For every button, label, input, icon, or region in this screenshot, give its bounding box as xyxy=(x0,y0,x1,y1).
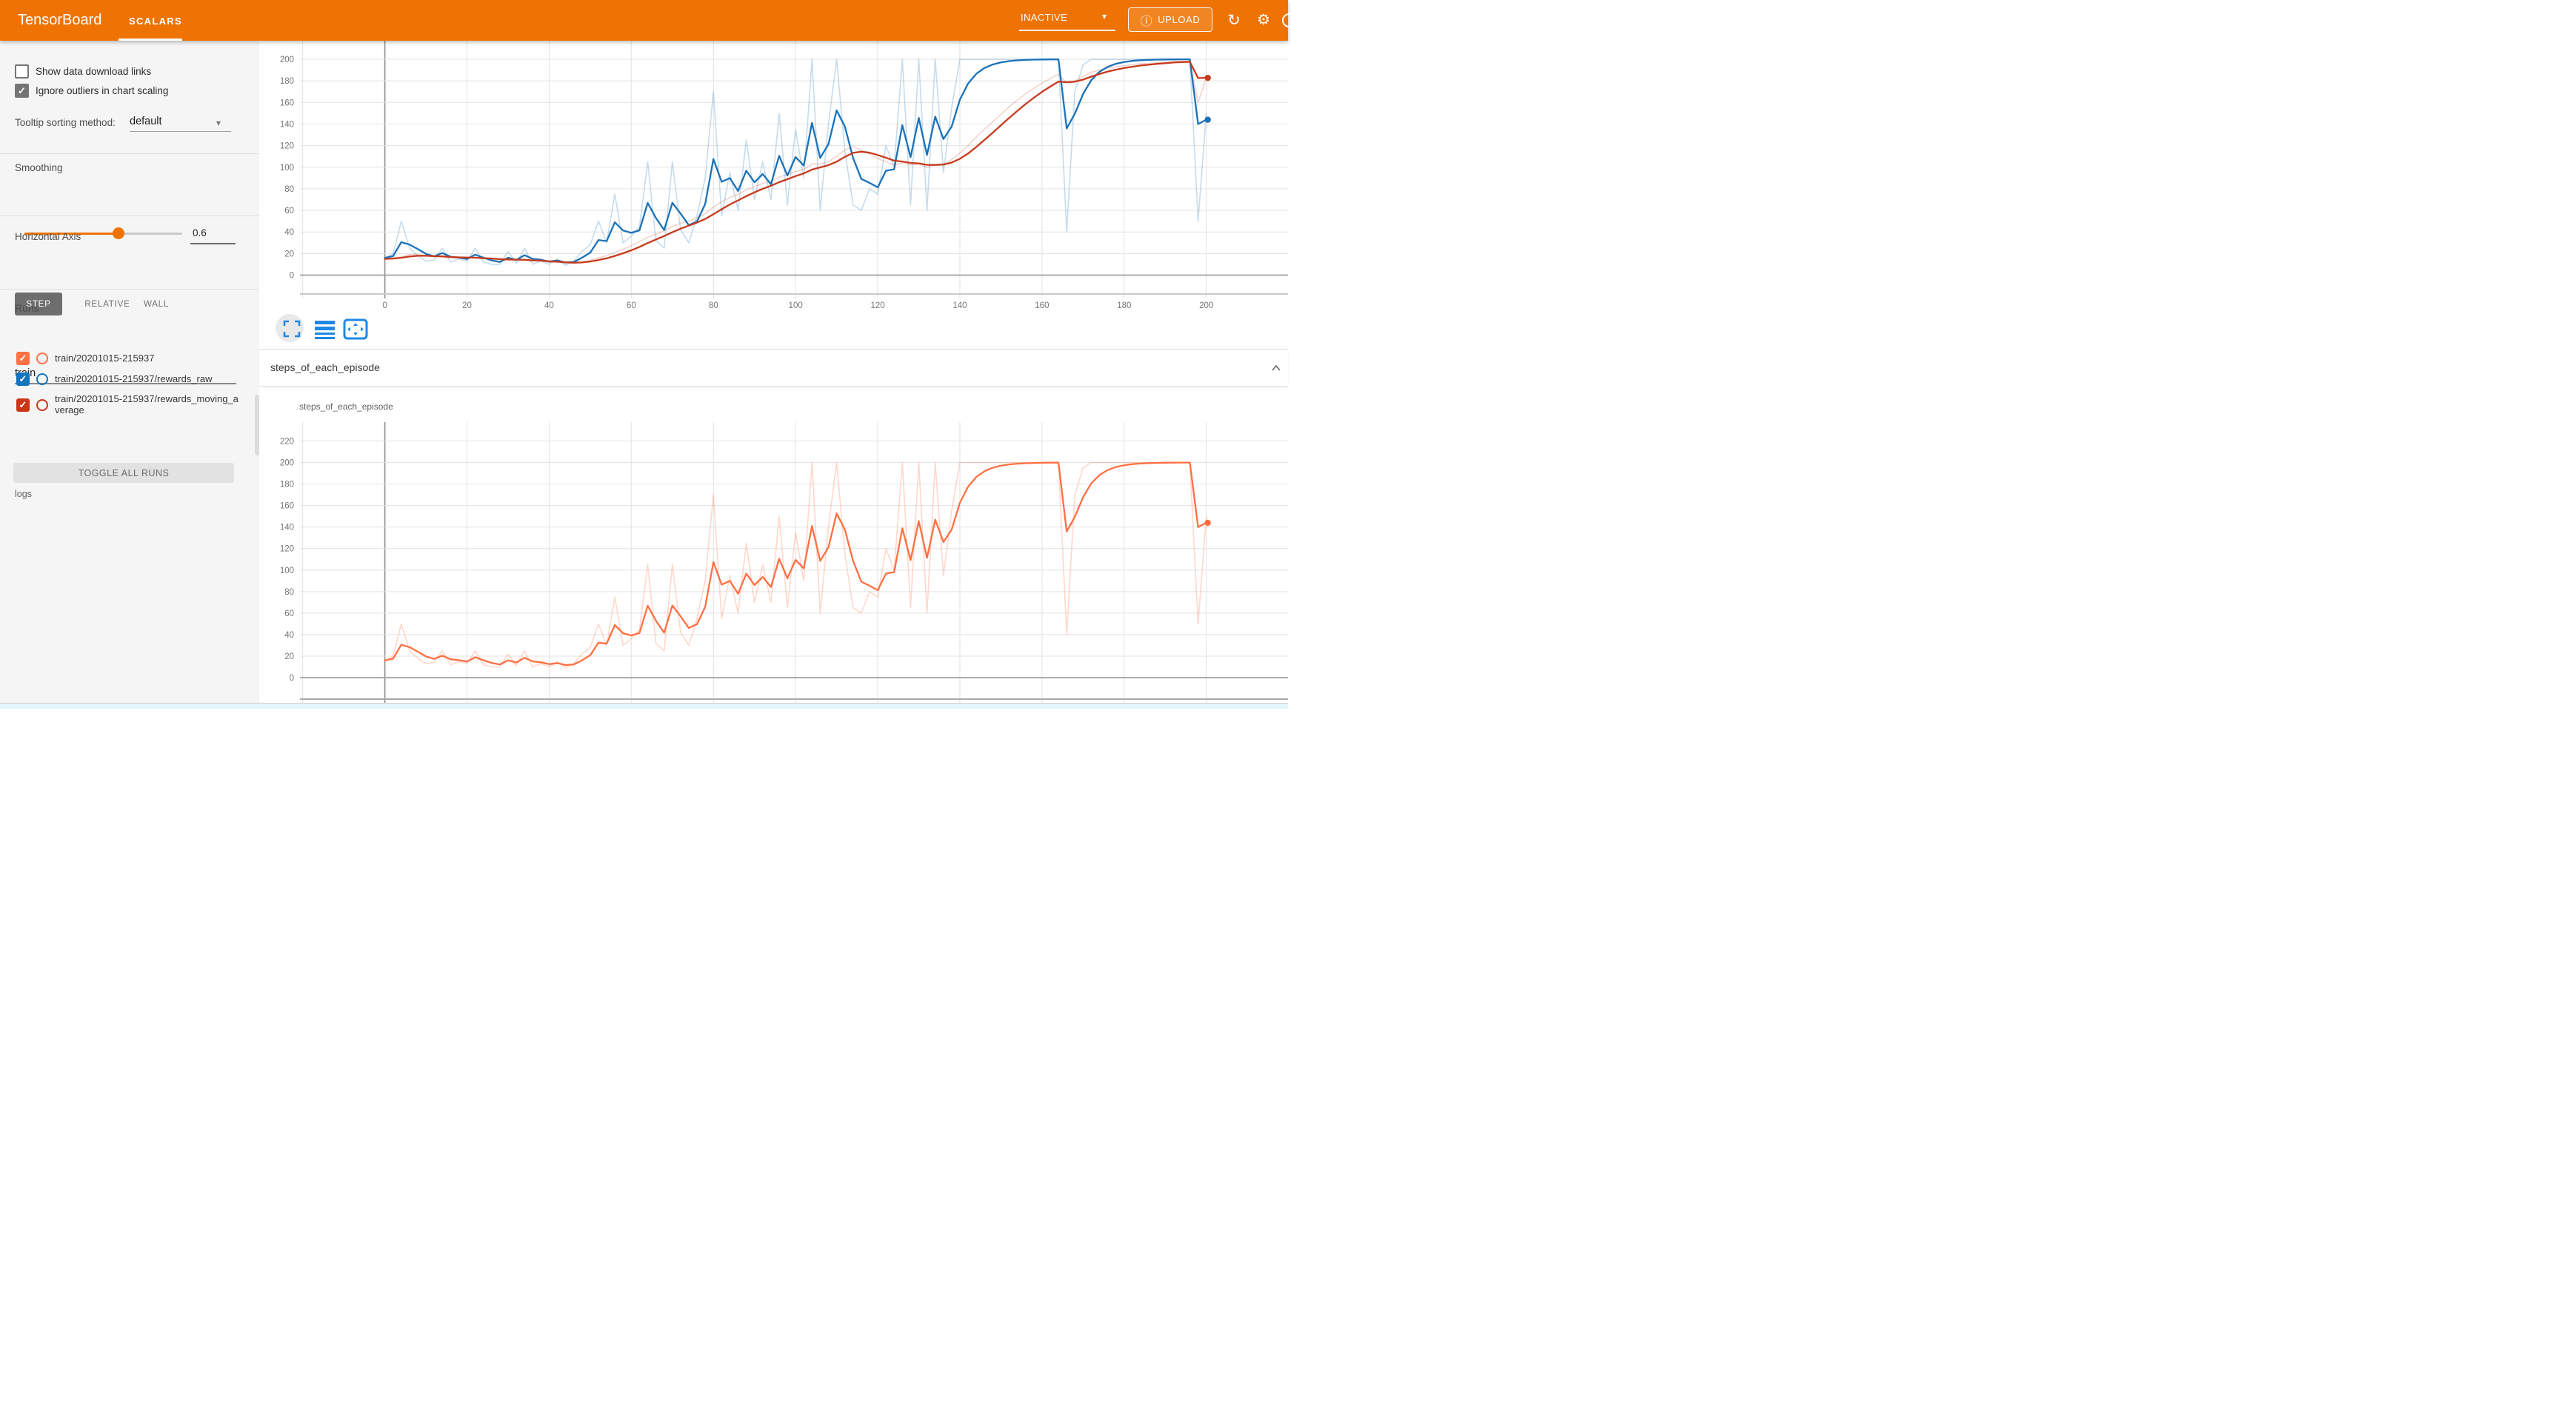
svg-text:180: 180 xyxy=(280,77,294,86)
svg-text:80: 80 xyxy=(709,301,718,310)
settings-sidebar: Show data download links ✓ Ignore outlie… xyxy=(0,41,259,704)
chevron-down-icon: ▾ xyxy=(1102,11,1107,21)
smoothing-value[interactable]: 0.6 xyxy=(193,227,207,238)
chart-toolbar xyxy=(274,313,393,343)
ignore-outliers-label: Ignore outliers in chart scaling xyxy=(36,85,168,96)
svg-text:180: 180 xyxy=(280,481,294,490)
svg-text:120: 120 xyxy=(280,142,294,151)
run-checkbox[interactable]: ✓ xyxy=(16,398,30,412)
refresh-icon[interactable]: ↻ xyxy=(1224,0,1244,41)
svg-text:200: 200 xyxy=(280,459,294,468)
run-color-radio[interactable] xyxy=(36,353,48,364)
svg-text:100: 100 xyxy=(280,567,294,575)
section-steps-of-each-episode[interactable]: steps_of_each_episode xyxy=(259,350,1288,387)
svg-text:200: 200 xyxy=(280,56,294,64)
axis-relative-button[interactable]: RELATIVE xyxy=(74,293,141,315)
show-download-links-checkbox[interactable] xyxy=(15,64,29,79)
divider xyxy=(0,153,259,154)
svg-text:220: 220 xyxy=(280,437,294,446)
svg-text:140: 140 xyxy=(280,120,294,129)
upload-button[interactable]: ⓘ UPLOAD xyxy=(1128,7,1212,32)
run-color-radio[interactable] xyxy=(36,373,48,385)
tab-active-underline xyxy=(119,39,182,41)
scalars-main-panel: 0204060801001201401601802000204060801001… xyxy=(259,41,1288,703)
gear-icon[interactable]: ⚙ xyxy=(1254,0,1273,41)
svg-text:20: 20 xyxy=(284,250,294,258)
chevron-up-icon[interactable] xyxy=(1269,361,1283,375)
svg-text:160: 160 xyxy=(1035,301,1049,310)
svg-text:120: 120 xyxy=(870,301,884,310)
svg-text:0: 0 xyxy=(382,301,387,310)
svg-text:100: 100 xyxy=(789,301,803,310)
run-label: train/20201015-215937/rewards_moving_ave… xyxy=(55,394,241,415)
svg-text:40: 40 xyxy=(284,228,294,237)
svg-text:140: 140 xyxy=(952,301,967,310)
status-dropdown-value: INACTIVE xyxy=(1021,12,1067,23)
runs-heading: Runs xyxy=(15,302,39,314)
ignore-outliers-row[interactable]: ✓ Ignore outliers in chart scaling xyxy=(15,84,168,98)
tooltip-sorting-label: Tooltip sorting method: xyxy=(15,117,116,128)
show-download-links-row[interactable]: Show data download links xyxy=(15,64,151,79)
chart-title: steps_of_each_episode xyxy=(299,401,393,412)
svg-text:80: 80 xyxy=(284,588,294,597)
smoothing-label: Smoothing xyxy=(15,162,63,173)
smoothing-slider-thumb[interactable] xyxy=(113,227,124,239)
show-download-links-label: Show data download links xyxy=(36,66,151,77)
tooltip-sorting-underline xyxy=(130,131,231,132)
status-dropdown[interactable]: INACTIVE ▾ xyxy=(1019,0,1115,41)
svg-text:40: 40 xyxy=(544,301,554,310)
app-header: TensorBoard SCALARS INACTIVE ▾ ⓘ UPLOAD … xyxy=(0,0,1288,41)
run-checkbox[interactable]: ✓ xyxy=(16,352,30,365)
app-title: TensorBoard xyxy=(18,0,101,41)
svg-text:40: 40 xyxy=(284,631,294,640)
steps-of-each-episode-chart[interactable]: 0 20 40 60 80 100 120 140 160 180 200 220 xyxy=(259,415,1288,704)
svg-text:200: 200 xyxy=(1199,301,1213,310)
svg-text:20: 20 xyxy=(462,301,472,310)
help-icon[interactable] xyxy=(1282,13,1296,27)
run-row[interactable]: ✓ train/20201015-215937/rewards_raw xyxy=(16,373,241,386)
run-row[interactable]: ✓ train/20201015-215937/rewards_moving_a… xyxy=(16,394,241,415)
run-checkbox[interactable]: ✓ xyxy=(16,373,30,386)
svg-text:180: 180 xyxy=(1117,301,1131,310)
run-label: train/20201015-215937 xyxy=(55,353,241,364)
ignore-outliers-checkbox[interactable]: ✓ xyxy=(15,84,29,98)
svg-text:160: 160 xyxy=(280,98,294,107)
toggle-all-runs-button[interactable]: TOGGLE ALL RUNS xyxy=(13,463,234,483)
smoothing-value-underline xyxy=(190,243,236,244)
svg-text:120: 120 xyxy=(280,545,294,554)
run-row[interactable]: ✓ train/20201015-215937 xyxy=(16,352,241,365)
svg-text:160: 160 xyxy=(280,502,294,511)
svg-text:60: 60 xyxy=(284,207,294,216)
logdir-label: logs xyxy=(15,489,32,499)
run-label: train/20201015-215937/rewards_raw xyxy=(55,374,241,385)
divider xyxy=(0,289,259,290)
expand-icon[interactable] xyxy=(284,321,299,336)
data-table-icon[interactable] xyxy=(315,321,335,339)
svg-text:0: 0 xyxy=(290,674,294,683)
run-color-radio[interactable] xyxy=(36,399,48,411)
svg-text:140: 140 xyxy=(280,524,294,532)
axis-wall-button[interactable]: WALL xyxy=(138,293,175,315)
next-section-edge xyxy=(0,703,1288,709)
status-dropdown-underline xyxy=(1019,30,1115,31)
info-icon: ⓘ xyxy=(1141,11,1153,29)
chevron-down-icon: ▾ xyxy=(216,118,221,128)
svg-text:60: 60 xyxy=(627,301,636,310)
section-title: steps_of_each_episode xyxy=(270,361,380,373)
rewards-chart[interactable]: 0 20 40 60 80 100 120 140 160 180 200 0 20 40 60 80 100 1… xyxy=(259,41,1288,349)
svg-text:20: 20 xyxy=(284,652,294,661)
tab-scalars[interactable]: SCALARS xyxy=(129,0,182,41)
upload-button-label: UPLOAD xyxy=(1158,14,1200,25)
tooltip-sorting-select[interactable]: default xyxy=(130,116,162,127)
svg-text:0: 0 xyxy=(290,272,294,281)
svg-text:80: 80 xyxy=(284,185,294,194)
pan-icon[interactable] xyxy=(344,320,367,338)
svg-text:60: 60 xyxy=(284,610,294,618)
horizontal-axis-label: Horizontal Axis xyxy=(15,231,81,242)
svg-text:100: 100 xyxy=(280,164,294,173)
